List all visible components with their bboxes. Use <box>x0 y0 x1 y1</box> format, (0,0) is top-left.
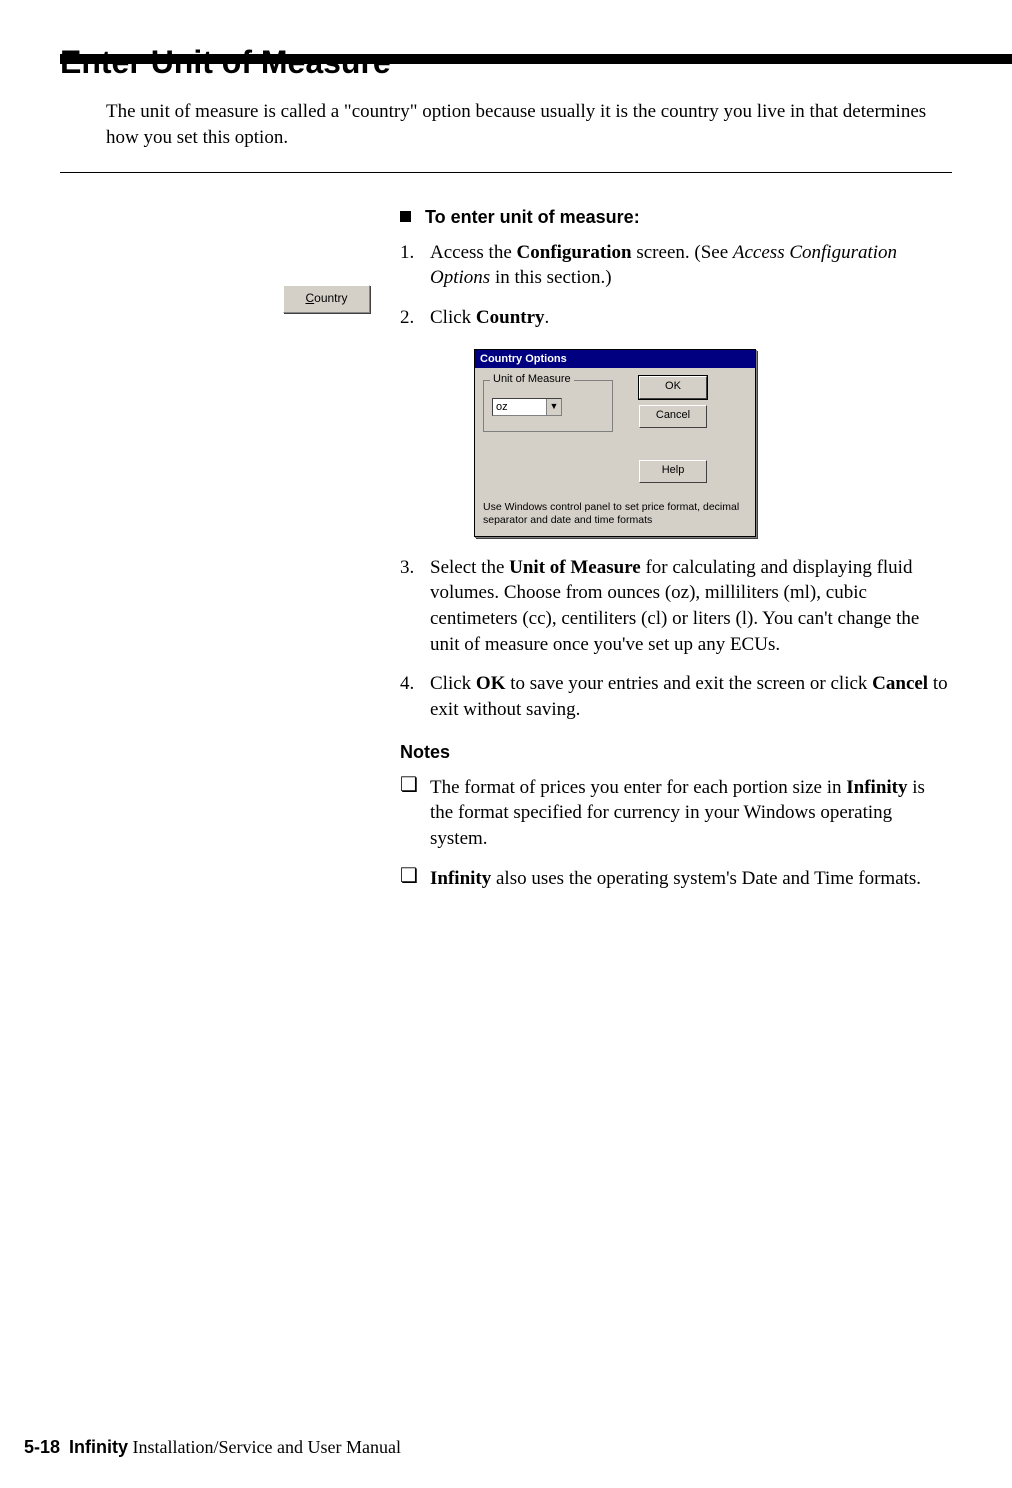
cancel-button[interactable]: Cancel <box>639 405 707 428</box>
step-body: Select the Unit of Measure for calculati… <box>430 555 952 658</box>
step-number: 3. <box>400 555 430 658</box>
step-number: 4. <box>400 671 430 722</box>
note-1: ❏ The format of prices you enter for eac… <box>400 775 952 852</box>
note-body: Infinity also uses the operating system'… <box>430 866 952 892</box>
unit-of-measure-dropdown[interactable]: oz ▼ <box>492 398 562 416</box>
dialog-titlebar: Country Options <box>475 350 755 369</box>
step-number: 2. <box>400 305 430 331</box>
page-number: 5-18 <box>24 1437 60 1457</box>
country-button-rest: ountry <box>314 291 347 305</box>
notes-heading: Notes <box>400 740 952 764</box>
dropdown-value: oz <box>493 399 546 415</box>
product-name: Infinity <box>69 1437 128 1457</box>
procedure-title: To enter unit of measure: <box>400 205 952 229</box>
help-button[interactable]: Help <box>639 460 707 483</box>
step-body: Click Country. <box>430 305 952 331</box>
step-1: 1. Access the Configuration screen. (See… <box>400 240 952 291</box>
page-footer: 5-18 Infinity Installation/Service and U… <box>24 1437 401 1458</box>
group-legend: Unit of Measure <box>490 372 574 387</box>
step-number: 1. <box>400 240 430 291</box>
note-2: ❏ Infinity also uses the operating syste… <box>400 866 952 892</box>
square-outline-icon: ❏ <box>400 866 430 892</box>
procedure-title-text: To enter unit of measure: <box>425 207 640 227</box>
step-body: Access the Configuration screen. (See Ac… <box>430 240 952 291</box>
square-bullet-icon <box>400 211 411 222</box>
step-4: 4. Click OK to save your entries and exi… <box>400 671 952 722</box>
step-3: 3. Select the Unit of Measure for calcul… <box>400 555 952 658</box>
chevron-down-icon: ▼ <box>546 399 561 415</box>
intro-paragraph: The unit of measure is called a "country… <box>106 99 952 150</box>
step-body: Click OK to save your entries and exit t… <box>430 671 952 722</box>
unit-of-measure-group: Unit of Measure oz ▼ <box>483 380 613 432</box>
dialog-hint: Use Windows control panel to set price f… <box>483 501 747 527</box>
section-rule <box>60 172 952 173</box>
header-rule <box>60 54 1012 64</box>
note-body: The format of prices you enter for each … <box>430 775 952 852</box>
step-2: 2. Click Country. <box>400 305 952 331</box>
ok-button[interactable]: OK <box>639 376 707 399</box>
country-options-dialog: Country Options Unit of Measure oz ▼ <box>474 349 756 537</box>
footer-rest: Installation/Service and User Manual <box>128 1437 401 1457</box>
square-outline-icon: ❏ <box>400 775 430 852</box>
country-button[interactable]: Country <box>283 285 370 313</box>
country-button-mnemonic: C <box>305 291 314 305</box>
